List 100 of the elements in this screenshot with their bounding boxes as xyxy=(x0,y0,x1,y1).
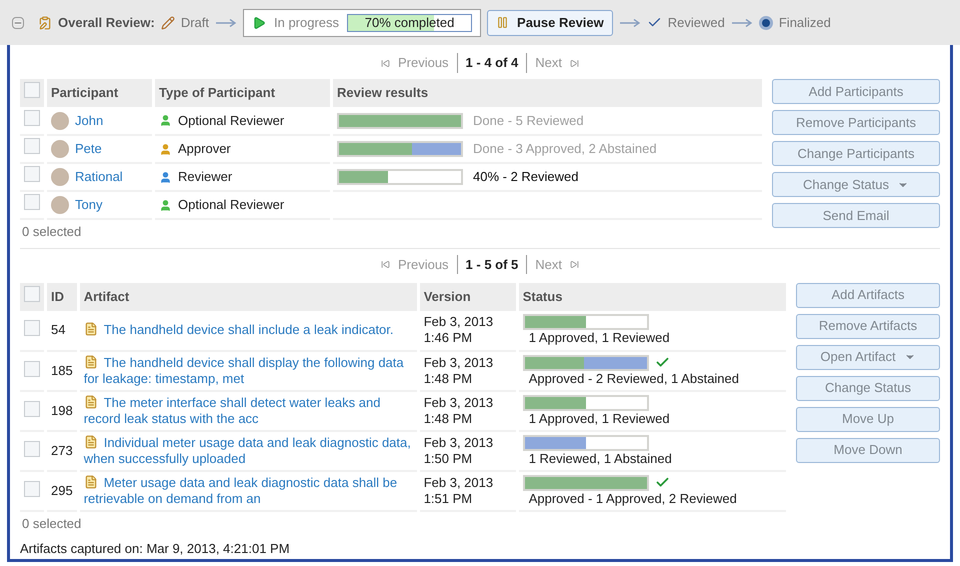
version-text: Feb 3, 2013 xyxy=(424,354,494,370)
status-text: Approved - 2 Reviewed, 1 Abstained xyxy=(528,370,740,386)
artifact-link[interactable]: Meter usage data and leak diagnostic data shall be retrievable on demand from an xyxy=(84,474,413,506)
checkbox[interactable] xyxy=(24,286,40,302)
id-cell: 198 xyxy=(46,390,78,430)
arrow-icon xyxy=(618,18,641,28)
checkbox[interactable] xyxy=(24,440,40,456)
status-text: 1 Approved, 1 Reviewed xyxy=(528,330,671,346)
id-cell: 273 xyxy=(46,430,78,470)
artifact-link[interactable]: The handheld device shall display the following data for leakage: timestamp, met xyxy=(84,354,413,386)
participant-type: Optional Reviewer xyxy=(178,112,284,130)
action-button[interactable]: Move Up xyxy=(796,406,940,432)
next-link[interactable]: Next xyxy=(535,53,562,73)
selected-count: 0 selected xyxy=(22,514,82,532)
first-page-icon[interactable] xyxy=(380,260,390,269)
last-page-icon[interactable] xyxy=(570,58,580,68)
clipboard-icon xyxy=(38,16,52,30)
checkbox[interactable] xyxy=(24,194,40,210)
column-header: Type of Participant xyxy=(154,79,332,107)
column-header: Review results xyxy=(332,79,762,107)
document-icon xyxy=(84,434,98,448)
next-link[interactable]: Next xyxy=(535,254,562,274)
checkbox[interactable] xyxy=(24,400,40,416)
first-page-icon[interactable] xyxy=(380,58,390,68)
checkbox[interactable] xyxy=(24,166,40,182)
arrow-icon xyxy=(730,18,753,28)
participant-type: Optional Reviewer xyxy=(178,196,284,214)
checkbox[interactable] xyxy=(24,360,40,376)
action-button[interactable]: Send Email xyxy=(772,203,940,228)
document-icon xyxy=(84,474,98,488)
version-text: Feb 3, 2013 xyxy=(424,474,494,490)
step-label: Draft xyxy=(180,14,209,32)
action-button[interactable]: Add Artifacts xyxy=(796,282,940,308)
action-button[interactable]: Change Participants xyxy=(772,141,940,166)
version-text: 1:50 PM xyxy=(424,450,474,466)
checkbox[interactable] xyxy=(24,480,40,496)
person-icon xyxy=(159,170,172,184)
participant-link[interactable]: Tony xyxy=(75,195,102,215)
avatar xyxy=(51,196,69,214)
checkbox[interactable] xyxy=(24,138,40,154)
avatar xyxy=(51,168,69,186)
pause-button[interactable]: Pause Review xyxy=(487,10,613,36)
last-page-icon[interactable] xyxy=(570,260,580,269)
id-cell: 54 xyxy=(46,310,78,350)
column-header: Version xyxy=(418,282,518,310)
person-icon xyxy=(159,142,172,156)
participant-link[interactable]: Pete xyxy=(75,139,102,159)
action-button[interactable]: Change Status xyxy=(796,376,940,400)
version-text: 1:48 PM xyxy=(424,410,474,426)
document-icon xyxy=(84,354,98,368)
toolbar-title: Overall Review: xyxy=(58,14,155,32)
artifact-link[interactable]: The meter interface shall detect water leaks and record leak status with the acc xyxy=(84,394,413,426)
action-button[interactable]: Open Artifact xyxy=(796,344,940,370)
participant-link[interactable]: John xyxy=(75,110,104,130)
version-text: 1:51 PM xyxy=(424,490,474,506)
previous-link[interactable]: Previous xyxy=(398,254,458,274)
avatar xyxy=(51,140,69,158)
participant-type: Approver xyxy=(178,140,231,158)
column-header: Status xyxy=(517,282,786,310)
progress-text: 70% completed xyxy=(364,14,456,30)
participant-type: Reviewer xyxy=(178,168,232,186)
result-text: 40% - 2 Reviewed xyxy=(473,168,578,186)
status-text: Approved - 1 Approved, 2 Reviewed xyxy=(528,490,738,506)
capture-note: Artifacts captured on: Mar 9, 2013, 4:21:01 PM xyxy=(20,540,291,558)
action-button[interactable]: Remove Artifacts xyxy=(796,314,940,338)
result-text: Done - 3 Approved, 2 Abstained xyxy=(473,140,657,158)
column-header: Participant xyxy=(46,79,154,107)
collapse-icon[interactable] xyxy=(12,16,24,28)
avatar xyxy=(51,112,69,130)
page-range: 1 - 4 of 4 xyxy=(466,53,528,73)
artifact-link[interactable]: Individual meter usage data and leak diagnostic data, when successfully uploaded xyxy=(84,434,413,466)
page-range: 1 - 5 of 5 xyxy=(466,254,528,274)
previous-link[interactable]: Previous xyxy=(398,53,458,73)
version-text: Feb 3, 2013 xyxy=(424,434,494,450)
column-header: ID xyxy=(46,282,78,310)
action-button[interactable]: Add Participants xyxy=(772,79,940,104)
document-icon xyxy=(84,322,98,336)
version-text: Feb 3, 2013 xyxy=(424,394,494,410)
step-label: Finalized xyxy=(778,14,831,32)
step-label: In progress xyxy=(274,14,340,32)
participant-link[interactable]: Rational xyxy=(75,167,123,187)
status-text: 1 Approved, 1 Reviewed xyxy=(528,410,671,426)
id-cell: 295 xyxy=(46,470,78,510)
artifact-link[interactable]: The handheld device shall include a leak indicator. xyxy=(84,322,413,338)
action-button[interactable]: Change Status xyxy=(772,172,940,197)
checkbox[interactable] xyxy=(24,110,40,126)
version-text: 1:48 PM xyxy=(424,370,474,386)
person-icon xyxy=(159,114,172,127)
radio-icon xyxy=(758,16,773,30)
selected-count: 0 selected xyxy=(22,223,82,241)
checkbox[interactable] xyxy=(24,82,40,98)
step-label: Reviewed xyxy=(668,14,725,32)
action-button[interactable]: Move Down xyxy=(796,438,940,462)
document-icon xyxy=(84,394,98,408)
checkbox[interactable] xyxy=(24,320,40,336)
column-header: Artifact xyxy=(78,282,418,310)
person-icon xyxy=(159,198,172,212)
version-text: Feb 3, 2013 xyxy=(424,314,494,330)
action-button[interactable]: Remove Participants xyxy=(772,110,940,135)
pencil-icon xyxy=(160,16,175,30)
